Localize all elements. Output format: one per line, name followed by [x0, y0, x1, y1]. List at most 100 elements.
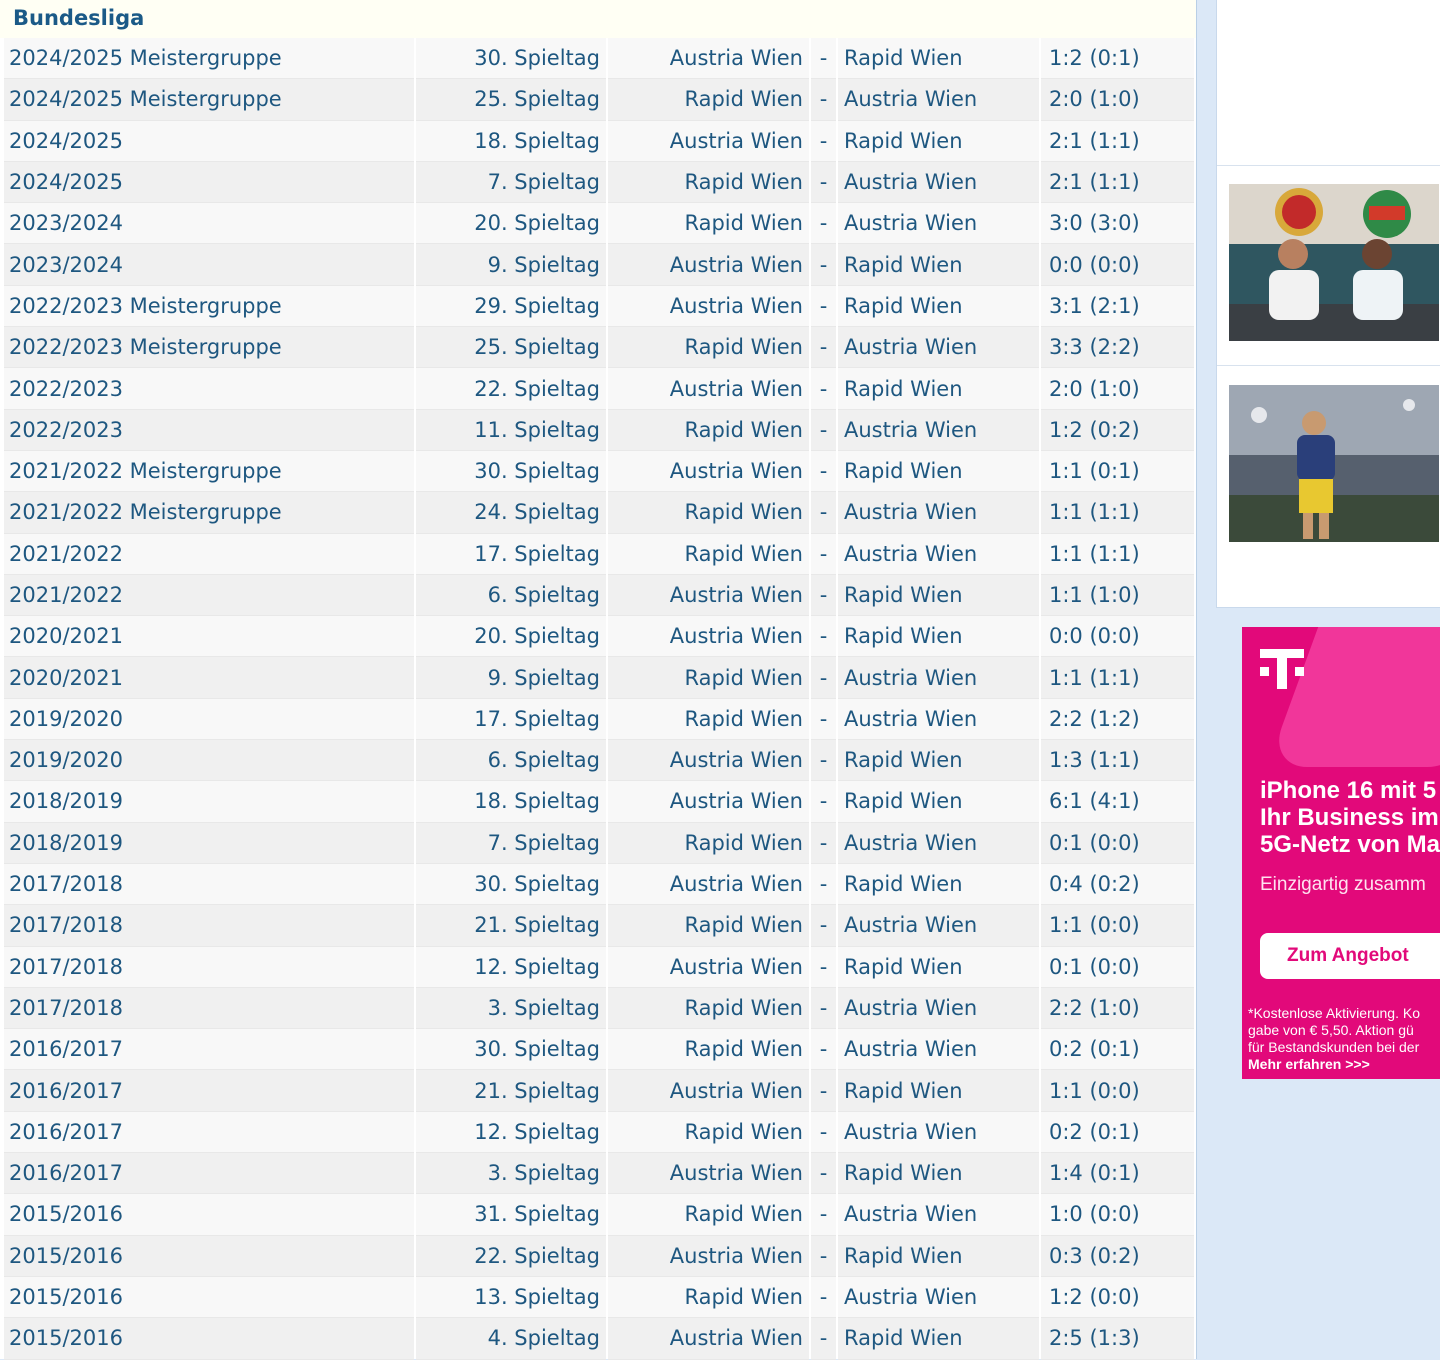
season-cell[interactable]: 2017/2018 [4, 946, 414, 988]
season-cell[interactable]: 2024/2025 Meistergruppe [4, 79, 414, 121]
away-team-cell[interactable]: Rapid Wien [838, 946, 1039, 988]
home-team-cell[interactable]: Rapid Wien [608, 161, 809, 204]
away-team-cell[interactable]: Austria Wien [838, 327, 1039, 369]
away-team-cell[interactable]: Rapid Wien [838, 120, 1039, 162]
news-thumbnail-1[interactable] [1229, 184, 1439, 341]
season-cell[interactable]: 2022/2023 Meistergruppe [4, 327, 414, 369]
season-cell[interactable]: 2024/2025 Meistergruppe [4, 38, 414, 80]
home-team-cell[interactable]: Austria Wien [608, 1153, 809, 1195]
season-cell[interactable]: 2020/2021 [4, 657, 414, 699]
round-cell[interactable]: 24. Spieltag [416, 492, 606, 534]
round-cell[interactable]: 20. Spieltag [416, 203, 606, 245]
round-cell[interactable]: 29. Spieltag [416, 285, 606, 328]
round-cell[interactable]: 22. Spieltag [416, 368, 606, 410]
round-cell[interactable]: 6. Spieltag [416, 574, 606, 617]
away-team-cell[interactable]: Rapid Wien [838, 1235, 1039, 1277]
score-cell[interactable]: 0:1 (0:0) [1041, 946, 1194, 988]
season-cell[interactable]: 2024/2025 [4, 161, 414, 204]
season-cell[interactable]: 2016/2017 [4, 1070, 414, 1112]
round-cell[interactable]: 3. Spieltag [416, 987, 606, 1030]
round-cell[interactable]: 22. Spieltag [416, 1235, 606, 1277]
round-cell[interactable]: 17. Spieltag [416, 533, 606, 575]
round-cell[interactable]: 21. Spieltag [416, 905, 606, 947]
news-thumbnail-2[interactable] [1229, 385, 1439, 542]
round-cell[interactable]: 12. Spieltag [416, 1111, 606, 1154]
home-team-cell[interactable]: Austria Wien [608, 368, 809, 410]
score-cell[interactable]: 2:1 (1:1) [1041, 161, 1194, 204]
score-cell[interactable]: 1:1 (0:0) [1041, 905, 1194, 947]
round-cell[interactable]: 4. Spieltag [416, 1318, 606, 1360]
season-cell[interactable]: 2022/2023 Meistergruppe [4, 285, 414, 328]
away-team-cell[interactable]: Rapid Wien [838, 781, 1039, 823]
away-team-cell[interactable]: Rapid Wien [838, 368, 1039, 410]
season-cell[interactable]: 2016/2017 [4, 1029, 414, 1071]
away-team-cell[interactable]: Rapid Wien [838, 1153, 1039, 1195]
score-cell[interactable]: 2:1 (1:1) [1041, 120, 1194, 162]
home-team-cell[interactable]: Rapid Wien [608, 327, 809, 369]
advertisement-banner[interactable]: iPhone 16 mit 5 Ihr Business im 5G-Netz … [1242, 627, 1440, 1079]
score-cell[interactable]: 1:3 (1:1) [1041, 740, 1194, 782]
away-team-cell[interactable]: Rapid Wien [838, 574, 1039, 617]
score-cell[interactable]: 0:2 (0:1) [1041, 1111, 1194, 1154]
score-cell[interactable]: 1:1 (1:1) [1041, 657, 1194, 699]
away-team-cell[interactable]: Austria Wien [838, 79, 1039, 121]
away-team-cell[interactable]: Rapid Wien [838, 1070, 1039, 1112]
away-team-cell[interactable]: Austria Wien [838, 533, 1039, 575]
home-team-cell[interactable]: Rapid Wien [608, 1276, 809, 1319]
round-cell[interactable]: 11. Spieltag [416, 409, 606, 451]
season-cell[interactable]: 2021/2022 [4, 574, 414, 617]
home-team-cell[interactable]: Rapid Wien [608, 79, 809, 121]
round-cell[interactable]: 9. Spieltag [416, 244, 606, 286]
season-cell[interactable]: 2018/2019 [4, 822, 414, 864]
away-team-cell[interactable]: Austria Wien [838, 905, 1039, 947]
round-cell[interactable]: 25. Spieltag [416, 79, 606, 121]
round-cell[interactable]: 3. Spieltag [416, 1153, 606, 1195]
home-team-cell[interactable]: Austria Wien [608, 120, 809, 162]
round-cell[interactable]: 18. Spieltag [416, 781, 606, 823]
score-cell[interactable]: 1:2 (0:0) [1041, 1276, 1194, 1319]
score-cell[interactable]: 3:3 (2:2) [1041, 327, 1194, 369]
season-cell[interactable]: 2023/2024 [4, 244, 414, 286]
score-cell[interactable]: 0:0 (0:0) [1041, 244, 1194, 286]
score-cell[interactable]: 1:1 (0:0) [1041, 1070, 1194, 1112]
season-cell[interactable]: 2018/2019 [4, 781, 414, 823]
home-team-cell[interactable]: Rapid Wien [608, 533, 809, 575]
score-cell[interactable]: 1:0 (0:0) [1041, 1194, 1194, 1236]
season-cell[interactable]: 2021/2022 Meistergruppe [4, 492, 414, 534]
away-team-cell[interactable]: Austria Wien [838, 409, 1039, 451]
score-cell[interactable]: 3:0 (3:0) [1041, 203, 1194, 245]
home-team-cell[interactable]: Austria Wien [608, 1235, 809, 1277]
away-team-cell[interactable]: Austria Wien [838, 1111, 1039, 1154]
season-cell[interactable]: 2021/2022 [4, 533, 414, 575]
round-cell[interactable]: 13. Spieltag [416, 1276, 606, 1319]
away-team-cell[interactable]: Rapid Wien [838, 863, 1039, 906]
season-cell[interactable]: 2022/2023 [4, 368, 414, 410]
home-team-cell[interactable]: Rapid Wien [608, 1111, 809, 1154]
score-cell[interactable]: 0:2 (0:1) [1041, 1029, 1194, 1071]
away-team-cell[interactable]: Rapid Wien [838, 450, 1039, 493]
score-cell[interactable]: 0:3 (0:2) [1041, 1235, 1194, 1277]
home-team-cell[interactable]: Rapid Wien [608, 492, 809, 534]
round-cell[interactable]: 21. Spieltag [416, 1070, 606, 1112]
score-cell[interactable]: 2:0 (1:0) [1041, 368, 1194, 410]
round-cell[interactable]: 20. Spieltag [416, 616, 606, 658]
home-team-cell[interactable]: Rapid Wien [608, 822, 809, 864]
round-cell[interactable]: 31. Spieltag [416, 1194, 606, 1236]
away-team-cell[interactable]: Austria Wien [838, 1276, 1039, 1319]
home-team-cell[interactable]: Austria Wien [608, 1318, 809, 1360]
score-cell[interactable]: 1:1 (1:1) [1041, 533, 1194, 575]
score-cell[interactable]: 6:1 (4:1) [1041, 781, 1194, 823]
home-team-cell[interactable]: Austria Wien [608, 450, 809, 493]
home-team-cell[interactable]: Rapid Wien [608, 1029, 809, 1071]
away-team-cell[interactable]: Austria Wien [838, 492, 1039, 534]
home-team-cell[interactable]: Austria Wien [608, 946, 809, 988]
season-cell[interactable]: 2015/2016 [4, 1235, 414, 1277]
home-team-cell[interactable]: Rapid Wien [608, 203, 809, 245]
away-team-cell[interactable]: Austria Wien [838, 1029, 1039, 1071]
season-cell[interactable]: 2017/2018 [4, 987, 414, 1030]
home-team-cell[interactable]: Austria Wien [608, 740, 809, 782]
away-team-cell[interactable]: Rapid Wien [838, 616, 1039, 658]
score-cell[interactable]: 1:2 (0:2) [1041, 409, 1194, 451]
away-team-cell[interactable]: Rapid Wien [838, 1318, 1039, 1360]
away-team-cell[interactable]: Rapid Wien [838, 740, 1039, 782]
